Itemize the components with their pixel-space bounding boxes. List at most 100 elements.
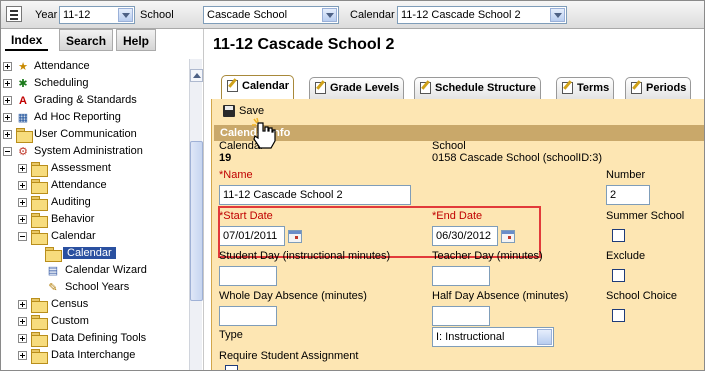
folder-icon	[31, 179, 48, 194]
folder-icon	[31, 230, 48, 245]
expand-icon[interactable]	[18, 164, 27, 173]
expand-icon[interactable]	[18, 334, 27, 343]
school-field-value: 0158 Cascade School (schoolID:3)	[432, 152, 602, 164]
tab-label: Terms	[577, 82, 610, 94]
collapse-icon[interactable]	[18, 232, 27, 241]
year-label: Year	[35, 9, 58, 21]
type-select-value: I: Instructional	[436, 331, 505, 343]
exclude-checkbox[interactable]	[612, 269, 625, 282]
number-field[interactable]: 2	[606, 185, 650, 205]
tab-help[interactable]: Help	[116, 29, 157, 51]
year-select[interactable]: 11-12	[59, 6, 135, 24]
require-student-checkbox[interactable]	[225, 365, 238, 370]
calendar-label: Calendar	[350, 9, 395, 21]
tree-item-label: User Communication	[34, 128, 137, 140]
half-day-field[interactable]	[432, 306, 490, 326]
pane-divider[interactable]	[203, 29, 204, 370]
expand-icon[interactable]	[18, 215, 27, 224]
expand-icon[interactable]	[18, 351, 27, 360]
edit-icon	[562, 82, 573, 94]
tree-item-label: Calendar	[51, 230, 96, 242]
folder-icon	[31, 315, 48, 330]
teacher-day-field[interactable]	[432, 266, 490, 286]
half-day-label: Half Day Absence (minutes)	[432, 290, 569, 302]
calendar-select-value: 11-12 Cascade School 2	[401, 9, 521, 21]
tree-scrollbar[interactable]	[189, 59, 203, 370]
year-select-value: 11-12	[63, 9, 91, 21]
folder-icon	[31, 196, 48, 211]
tree-item-label: Census	[51, 298, 89, 310]
edit-icon	[227, 80, 238, 92]
expand-icon[interactable]	[3, 96, 12, 105]
name-label: *Name	[219, 169, 253, 181]
whole-day-label: Whole Day Absence (minutes)	[219, 290, 367, 302]
name-field[interactable]: 11-12 Cascade School 2	[219, 185, 411, 205]
tree-item-label: Assessment	[51, 162, 111, 174]
summer-school-label: Summer School	[606, 210, 685, 222]
require-student-label: Require Student Assignment	[219, 350, 359, 362]
tab-schedule-structure[interactable]: Schedule Structure	[414, 77, 541, 99]
chevron-down-icon[interactable]	[537, 329, 552, 345]
calendar-select[interactable]: 11-12 Cascade School 2	[397, 6, 567, 24]
expand-icon[interactable]	[18, 300, 27, 309]
whole-day-field[interactable]	[219, 306, 277, 326]
save-icon	[223, 105, 235, 117]
type-label: Type	[219, 329, 243, 341]
calendar-id-value: 19	[219, 152, 232, 164]
tree-item-label: Ad Hoc Reporting	[34, 111, 121, 123]
tab-search[interactable]: Search	[59, 29, 114, 51]
expand-icon[interactable]	[3, 79, 12, 88]
scroll-up-icon[interactable]	[190, 69, 203, 82]
teacher-day-label: Teacher Day (minutes)	[432, 250, 543, 262]
tree-item-label: Attendance	[51, 179, 107, 191]
expand-icon[interactable]	[18, 181, 27, 190]
save-label: Save	[239, 105, 265, 117]
exclude-label: Exclude	[606, 250, 646, 262]
folder-icon	[31, 298, 48, 313]
chevron-down-icon[interactable]	[118, 8, 133, 22]
tab-terms[interactable]: Terms	[556, 77, 615, 99]
tab-calendar[interactable]: Calendar	[221, 75, 295, 99]
tab-periods[interactable]: Periods	[625, 77, 692, 99]
scheduling-icon: ✱	[18, 78, 28, 90]
summer-school-checkbox[interactable]	[612, 229, 625, 242]
tree-item-label: Calendar	[63, 247, 116, 259]
page-title: 11-12 Cascade School 2	[213, 36, 395, 53]
folder-icon	[16, 128, 33, 143]
folder-icon	[31, 332, 48, 347]
folder-icon	[31, 213, 48, 228]
tab-grade-levels[interactable]: Grade Levels	[309, 77, 405, 99]
report-icon: ▦	[17, 112, 29, 124]
student-day-field[interactable]	[219, 266, 277, 286]
menu-icon[interactable]	[6, 6, 22, 22]
expand-icon[interactable]	[3, 113, 12, 122]
chevron-down-icon[interactable]	[550, 8, 565, 22]
type-select[interactable]: I: Instructional	[432, 327, 554, 347]
system-admin-icon: ⚙	[18, 146, 28, 158]
top-toolbar: Year 11-12 School Cascade School Calenda…	[1, 1, 704, 29]
expand-icon[interactable]	[3, 130, 12, 139]
expand-icon[interactable]	[18, 317, 27, 326]
tree-item-label: Auditing	[51, 196, 91, 208]
school-select[interactable]: Cascade School	[203, 6, 339, 24]
tab-label: Periods	[646, 82, 687, 94]
open-folder-icon	[45, 247, 62, 262]
detail-tabs: Calendar Grade Levels Schedule Structure…	[211, 75, 704, 99]
expand-icon[interactable]	[3, 62, 12, 71]
navigation-tree: ★ Attendance ✱ Scheduling A Grading & St…	[1, 59, 189, 370]
tab-label: Calendar	[242, 80, 290, 92]
tree-item-label: Attendance	[34, 60, 90, 72]
collapse-icon[interactable]	[3, 147, 12, 156]
school-choice-checkbox[interactable]	[612, 309, 625, 322]
chevron-down-icon[interactable]	[322, 8, 337, 22]
edit-icon	[420, 82, 431, 94]
scrollbar-thumb[interactable]	[190, 141, 203, 301]
edit-icon	[315, 82, 326, 94]
tab-index[interactable]: Index	[5, 29, 49, 51]
expand-icon[interactable]	[18, 198, 27, 207]
tab-label: Grade Levels	[330, 82, 400, 94]
folder-icon	[31, 162, 48, 177]
tree-item-label: Calendar Wizard	[65, 264, 147, 276]
tree-item-label: Custom	[51, 315, 89, 327]
school-field-label: School	[432, 140, 466, 152]
